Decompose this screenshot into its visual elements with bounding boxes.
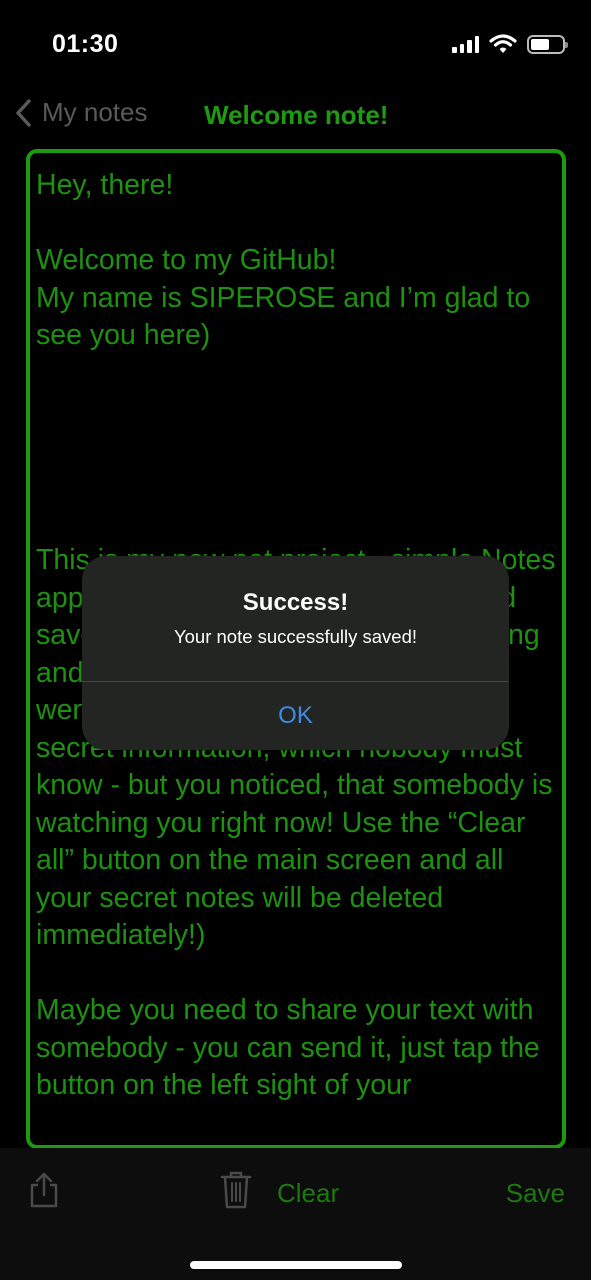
status-time: 01:30 <box>52 30 119 58</box>
save-button[interactable]: Save <box>506 1178 565 1209</box>
chevron-left-icon <box>16 98 31 127</box>
success-alert-dialog: Success! Your note successfully saved! O… <box>82 556 509 750</box>
navigation-bar: My notes Welcome note! <box>0 92 591 138</box>
bottom-toolbar: Clear Save <box>0 1148 591 1280</box>
share-icon[interactable] <box>28 1171 60 1209</box>
alert-message: Your note successfully saved! <box>173 626 418 647</box>
clear-button[interactable]: Clear <box>277 1178 339 1209</box>
status-icons <box>452 34 568 54</box>
trash-icon[interactable] <box>220 1170 252 1210</box>
alert-title: Success! <box>242 589 349 616</box>
home-indicator[interactable] <box>190 1261 402 1269</box>
status-bar: 01:30 <box>0 0 591 92</box>
page-title: Welcome note! <box>204 100 389 130</box>
back-button[interactable]: My notes <box>14 97 148 128</box>
alert-ok-button[interactable]: OK <box>82 682 509 750</box>
wifi-icon <box>489 34 517 53</box>
battery-icon <box>527 34 568 54</box>
cellular-signal-icon <box>452 35 479 53</box>
back-button-label: My notes <box>42 97 148 127</box>
